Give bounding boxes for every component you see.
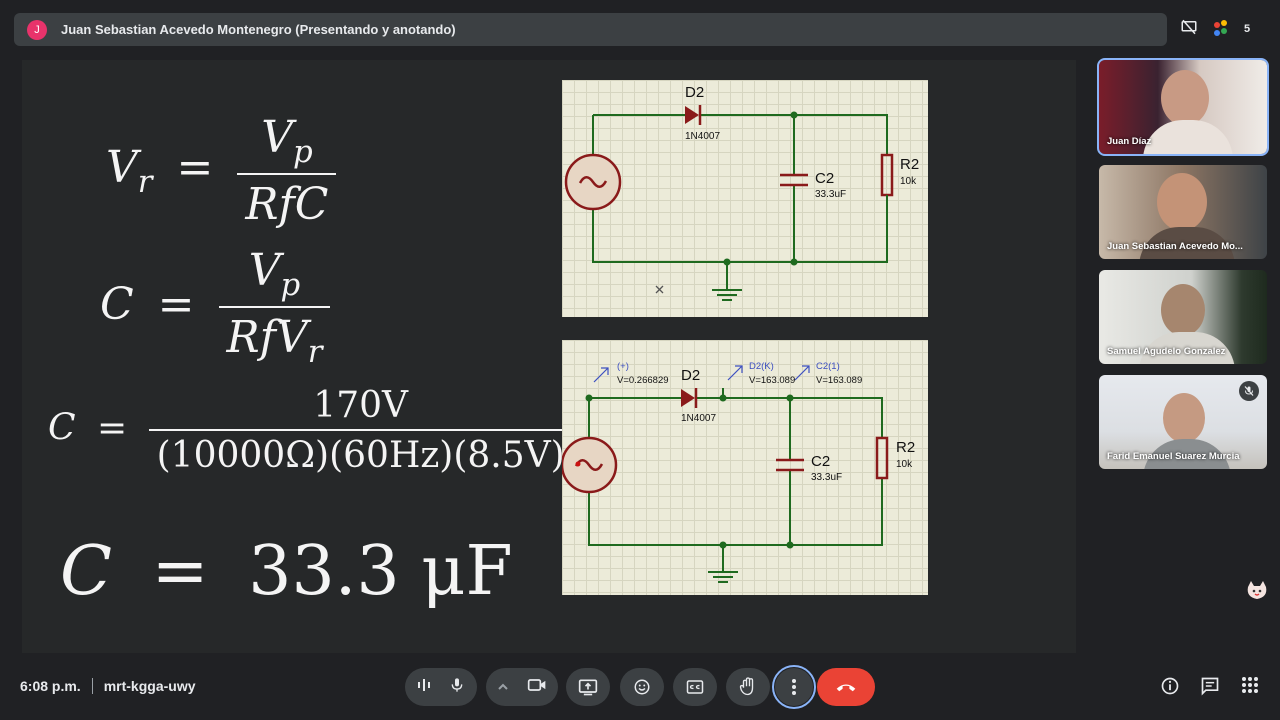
participant-tile[interactable]: Farid Emanuel Suarez Murcia [1099, 375, 1267, 469]
present-button[interactable] [566, 668, 610, 706]
microphone-icon [451, 677, 463, 692]
camera-button[interactable] [527, 677, 547, 698]
probe1-value: V=0.266829 [617, 375, 669, 386]
top-cap-name: C2 [815, 170, 834, 187]
top-res-name: R2 [900, 156, 919, 173]
meeting-details-button[interactable] [1160, 676, 1180, 701]
presenter-label: Juan Sebastian Acevedo Montenegro (Prese… [61, 22, 456, 37]
participant-tile[interactable]: Juan Díaz [1097, 58, 1269, 156]
presenter-avatar: J [27, 19, 47, 40]
top-right-controls: 5 [1180, 14, 1250, 44]
eq2-fraction: Vp RfVr [218, 245, 331, 370]
equation-ripple-voltage: Vr = Vp RfC [106, 112, 337, 230]
circuit-schematic-top: D2 1N4007 C2 33.3uF R2 10k [562, 80, 928, 317]
circuit-simulation-bottom: (+) V=0.266829 D2(K) V=163.089 C2(1) V=1… [562, 340, 928, 595]
circuit-bottom-drawing: (+) V=0.266829 D2(K) V=163.089 C2(1) V=1… [562, 361, 915, 583]
participant-video [1163, 393, 1205, 443]
participant-tile[interactable]: Juan Sebastian Acevedo Mo... [1099, 165, 1267, 259]
eq1-lhs: Vr [106, 142, 153, 201]
participant-name: Farid Emanuel Suarez Murcia [1107, 451, 1240, 462]
reactions-button[interactable] [620, 668, 664, 706]
chat-icon [1201, 677, 1219, 696]
activities-button[interactable] [1241, 676, 1259, 699]
probe3-name: C2(1) [816, 361, 840, 372]
probe2-name: D2(K) [749, 361, 774, 372]
equation-capacitance: C = Vp RfVr [100, 245, 331, 370]
probe2-value: V=163.089 [749, 375, 795, 386]
chevron-up-icon [498, 683, 508, 690]
participant-name: Samuel Agudelo Gonzalez [1107, 346, 1226, 357]
audio-settings-button[interactable] [417, 677, 431, 698]
camera-icon [527, 678, 546, 691]
divider [91, 678, 93, 694]
bottom-diode-name: D2 [681, 367, 700, 384]
top-res-value: 10k [900, 176, 917, 187]
probe1-name: (+) [617, 361, 629, 372]
captions-button[interactable] [673, 668, 717, 706]
hang-up-icon [836, 684, 856, 692]
muted-indicator [1239, 381, 1259, 401]
participant-video [1161, 70, 1209, 126]
more-options-button[interactable] [772, 665, 816, 709]
top-diode-name: D2 [685, 84, 704, 101]
audio-levels-icon [418, 678, 430, 691]
participant-name: Juan Sebastian Acevedo Mo... [1107, 241, 1243, 252]
participant-video [1161, 284, 1205, 336]
hide-presentation-icon[interactable] [1180, 18, 1198, 41]
meeting-info: 6:08 p.m. mrt-kgga-uwy [20, 678, 196, 694]
microphone-button[interactable] [449, 676, 465, 699]
equation-substitution: C = 170V (10000Ω)(60Hz)(8.5V) [48, 385, 573, 476]
clock: 6:08 p.m. [20, 678, 81, 694]
meeting-code[interactable]: mrt-kgga-uwy [104, 678, 196, 694]
reaction-emoji-icon [1245, 579, 1269, 601]
camera-control-group [486, 668, 558, 706]
mic-off-icon [1244, 386, 1254, 396]
apps-grid-icon [1242, 677, 1258, 693]
info-icon [1161, 677, 1179, 695]
people-button[interactable]: 5 [1212, 19, 1250, 39]
probe3-value: V=163.089 [816, 375, 862, 386]
emoji-icon [634, 679, 650, 695]
bottom-cap-value: 33.3uF [811, 472, 842, 483]
eq1-fraction: Vp RfC [237, 112, 337, 230]
camera-options-button[interactable] [497, 678, 509, 696]
participant-count: 5 [1244, 23, 1251, 35]
bottom-diode-model: 1N4007 [681, 413, 716, 424]
mic-control-group [405, 668, 477, 706]
more-vertical-icon [792, 679, 796, 695]
people-icon [1214, 20, 1227, 36]
presenter-bar: J Juan Sebastian Acevedo Montenegro (Pre… [14, 13, 1167, 46]
shared-screen: Vr = Vp RfC C = Vp RfVr C = 170V (10000Ω… [22, 60, 1076, 653]
leave-call-button[interactable] [817, 668, 875, 706]
participant-tile[interactable]: Samuel Agudelo Gonzalez [1099, 270, 1267, 364]
top-cap-value: 33.3uF [815, 189, 846, 200]
eq3-fraction: 170V (10000Ω)(60Hz)(8.5V) [148, 385, 573, 476]
bottom-res-value: 10k [896, 459, 913, 470]
participant-video-body [1143, 120, 1233, 154]
participant-video [1157, 173, 1207, 231]
captions-icon [686, 680, 704, 694]
equation-result: C = 33.3 μF [60, 532, 513, 611]
bottom-res-name: R2 [896, 439, 915, 456]
bottom-cap-name: C2 [811, 453, 830, 470]
top-diode-model: 1N4007 [685, 131, 720, 142]
participant-name: Juan Díaz [1107, 136, 1152, 147]
raise-hand-button[interactable] [726, 668, 770, 706]
present-screen-icon [578, 679, 598, 696]
chat-button[interactable] [1200, 676, 1220, 701]
hand-icon [739, 677, 754, 696]
circuit-top-drawing: D2 1N4007 C2 33.3uF R2 10k [564, 84, 919, 301]
